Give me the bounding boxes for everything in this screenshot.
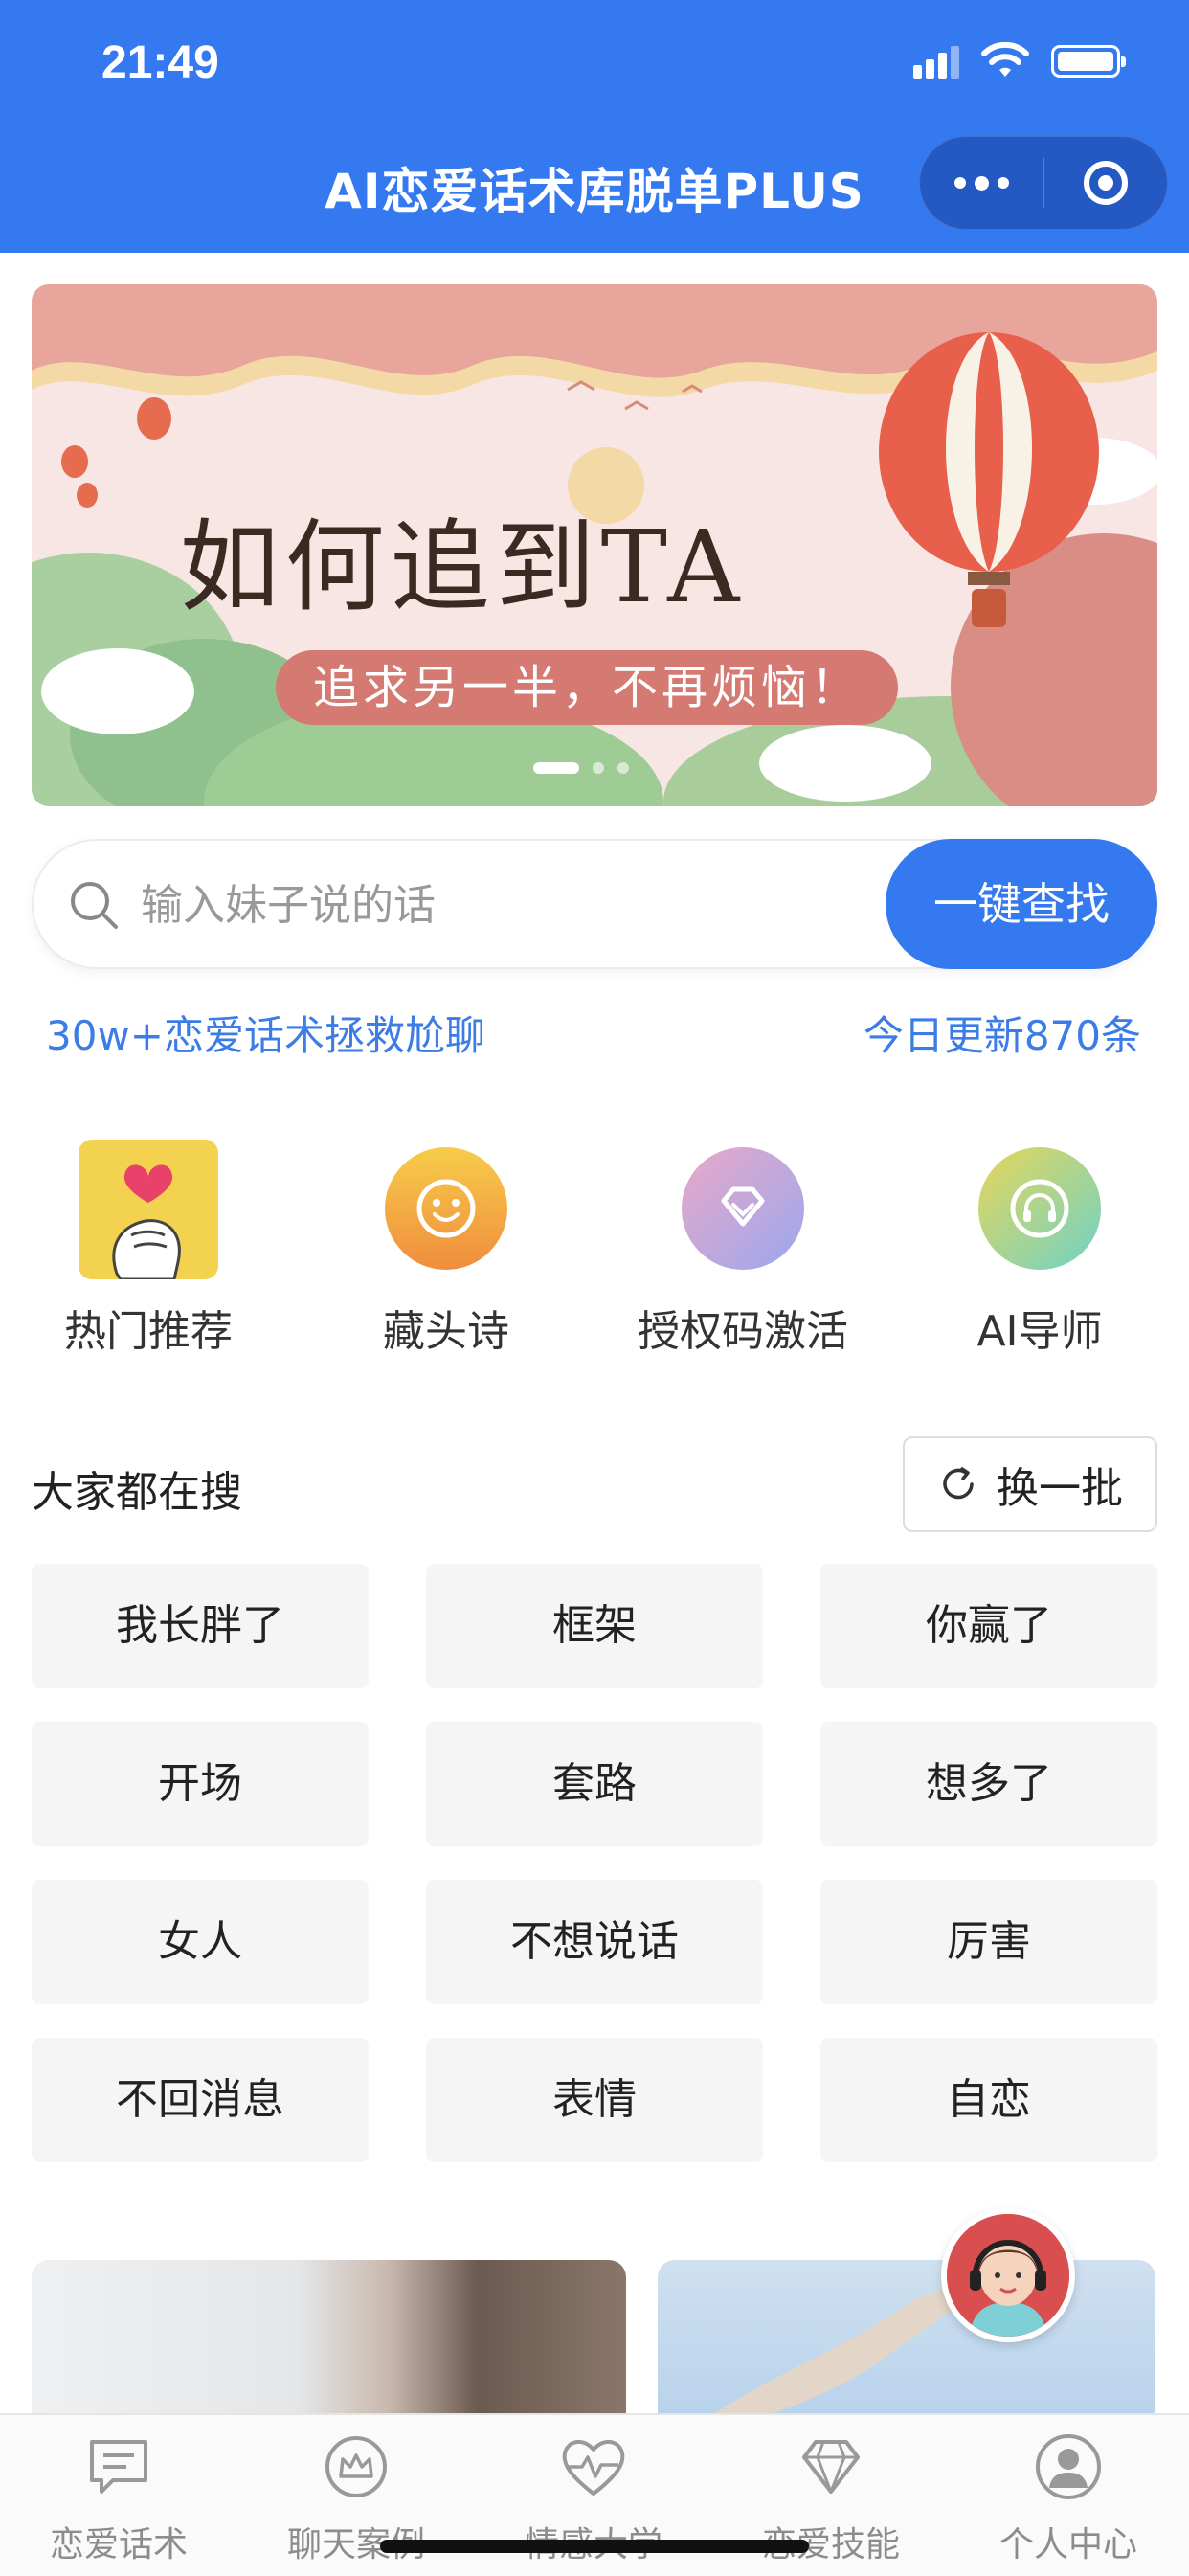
search-bar: 一键查找 <box>32 839 1157 969</box>
signal-icon <box>913 44 959 79</box>
carousel-dot <box>617 762 629 774</box>
heartbeat-icon <box>562 2439 625 2496</box>
user-icon <box>1036 2434 1101 2499</box>
search-tag[interactable]: 框架 <box>426 1564 763 1688</box>
quick-entry-label: 授权码激活 <box>638 1307 848 1356</box>
search-icon <box>71 882 118 929</box>
customer-service-avatar[interactable] <box>941 2208 1075 2342</box>
more-icon[interactable] <box>920 136 1043 230</box>
refresh-label: 换一批 <box>997 1464 1123 1513</box>
article-card-image[interactable] <box>32 2260 626 2413</box>
battery-icon <box>1051 45 1126 78</box>
support-agent-icon <box>947 2214 1069 2337</box>
mini-program-capsule <box>919 136 1168 230</box>
search-tag[interactable]: 不想说话 <box>426 1880 763 2004</box>
diamond-icon <box>682 1147 804 1270</box>
diamond-icon <box>802 2440 860 2494</box>
search-tag[interactable]: 自恋 <box>820 2038 1157 2162</box>
stats-total: 30w+恋爱话术拯救尬聊 <box>46 1012 485 1059</box>
article-card-image[interactable] <box>658 2260 1155 2413</box>
status-time: 21:49 <box>101 37 219 88</box>
search-button[interactable]: 一键查找 <box>886 839 1157 969</box>
search-tag[interactable]: 开场 <box>32 1722 369 1846</box>
search-tag[interactable]: 表情 <box>426 2038 763 2162</box>
search-tag[interactable]: 我长胖了 <box>32 1564 369 1688</box>
stats-today: 今日更新870条 <box>863 1012 1141 1059</box>
chat-icon <box>90 2440 147 2494</box>
tab-label: 个人中心 <box>998 2525 1137 2565</box>
carousel-indicator <box>533 762 629 774</box>
quick-entry-label: 藏头诗 <box>383 1307 509 1356</box>
refresh-button[interactable]: 换一批 <box>903 1436 1157 1532</box>
card-illustration <box>715 2289 954 2413</box>
app-header: 21:49 AI恋爱话术库脱单PLUS <box>0 0 1189 253</box>
search-tag[interactable]: 你赢了 <box>820 1564 1157 1688</box>
quick-entry-label: 热门推荐 <box>64 1307 233 1356</box>
search-input[interactable] <box>139 868 889 942</box>
status-icons <box>913 42 1126 80</box>
carousel-dot-active <box>533 762 579 774</box>
search-tag[interactable]: 不回消息 <box>32 2038 369 2162</box>
headphones-icon <box>978 1147 1101 1270</box>
carousel-dot <box>593 762 604 774</box>
banner-subtitle: 追求另一半，不再烦恼！ <box>276 650 898 725</box>
smiley-icon <box>385 1147 507 1270</box>
crown-icon <box>325 2436 387 2497</box>
heart-hand-icon <box>79 1140 218 1279</box>
popular-searches-title: 大家都在搜 <box>32 1468 242 1517</box>
refresh-icon <box>943 1467 974 1500</box>
quick-entry-label: AI导师 <box>976 1307 1103 1356</box>
search-tag[interactable]: 厉害 <box>820 1880 1157 2004</box>
tab-profile[interactable]: 个人中心 <box>950 2415 1187 2576</box>
search-tag[interactable]: 套路 <box>426 1722 763 1846</box>
search-tag[interactable]: 女人 <box>32 1880 369 2004</box>
banner-title: 如何追到TA <box>179 508 746 625</box>
tab-label: 恋爱话术 <box>49 2525 188 2565</box>
banner-carousel[interactable]: 如何追到TA 追求另一半，不再烦恼！ <box>32 284 1157 806</box>
target-icon <box>1083 161 1128 205</box>
wifi-icon <box>981 42 1029 77</box>
home-indicator <box>380 2540 809 2553</box>
search-tag[interactable]: 想多了 <box>820 1722 1157 1846</box>
tab-love-scripts[interactable]: 恋爱话术 <box>0 2415 237 2576</box>
close-mini-program-button[interactable] <box>1044 136 1167 230</box>
